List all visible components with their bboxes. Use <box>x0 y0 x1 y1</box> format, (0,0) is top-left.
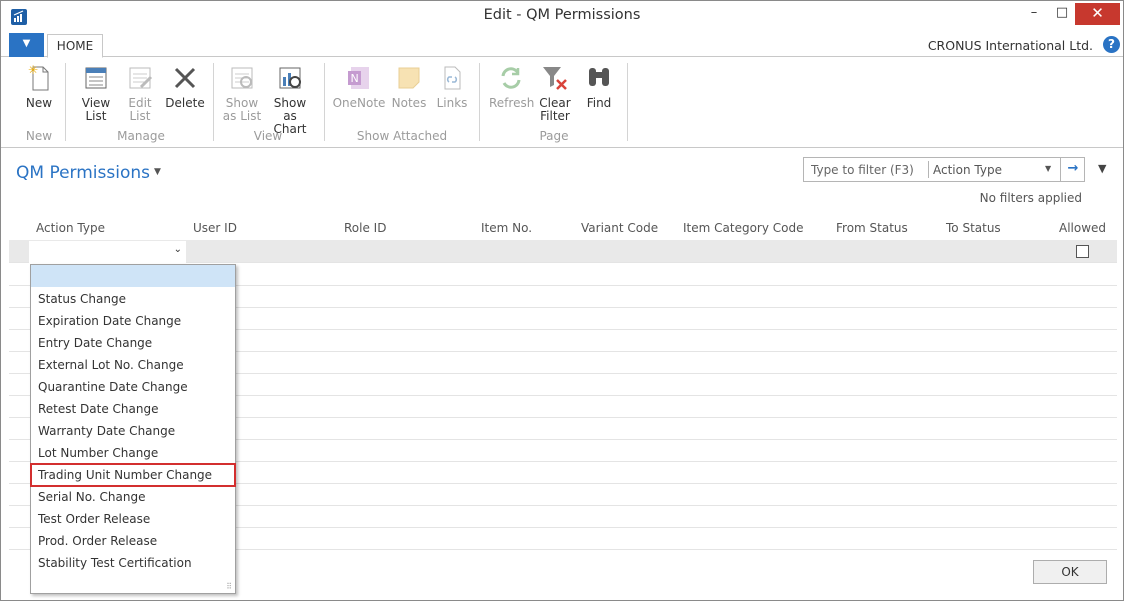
new-button[interactable]: ✳ New <box>21 63 57 110</box>
ribbon: ✳ New New View List Edit List Delete Man… <box>1 57 1123 148</box>
links-button[interactable]: Links <box>433 63 471 110</box>
column-header-to-status[interactable]: To Status <box>946 221 1001 235</box>
group-label-page: Page <box>539 129 569 143</box>
resize-grip-icon[interactable]: ⠿ <box>226 582 232 591</box>
maximize-button[interactable]: □ <box>1048 3 1076 25</box>
dropdown-option[interactable]: Stability Test Certification <box>31 552 235 574</box>
column-header-user-id[interactable]: User ID <box>193 221 237 235</box>
edit-list-icon <box>129 67 153 89</box>
view-list-button[interactable]: View List <box>77 63 115 123</box>
links-label: Links <box>436 96 468 110</box>
onenote-icon: N <box>348 67 369 89</box>
chevron-down-icon[interactable]: ⌄ <box>174 244 182 255</box>
dropdown-option[interactable]: Entry Date Change <box>31 332 235 354</box>
view-list-label: View List <box>81 96 111 123</box>
dropdown-option[interactable]: Lot Number Change <box>31 442 235 464</box>
action-type-dropdown-list: Status Change Expiration Date Change Ent… <box>30 264 236 594</box>
edit-list-label: Edit List <box>128 96 152 123</box>
column-header-variant-code[interactable]: Variant Code <box>581 221 658 235</box>
dropdown-option[interactable]: Status Change <box>31 288 235 310</box>
filter-bar: Action Type ▼ → <box>803 157 1085 182</box>
window: Edit - QM Permissions – □ ✕ ▼ HOME CRONU… <box>0 0 1124 601</box>
show-as-list-label: Show as List <box>222 96 262 123</box>
group-label-show-attached: Show Attached <box>356 129 448 143</box>
ribbon-tab-bar: ▼ HOME CRONUS International Ltd. ? <box>1 32 1123 58</box>
filter-field-dropdown-icon[interactable]: ▼ <box>1045 164 1051 173</box>
clear-filter-button[interactable]: Clear Filter <box>536 63 574 123</box>
collapse-caret-icon[interactable]: ▼ <box>1098 162 1106 175</box>
notes-label: Notes <box>391 96 427 110</box>
find-button[interactable]: Find <box>581 63 617 110</box>
allowed-checkbox[interactable] <box>1076 245 1089 258</box>
company-name[interactable]: CRONUS International Ltd. <box>928 38 1093 53</box>
notes-button[interactable]: Notes <box>389 63 429 110</box>
view-list-icon <box>85 67 107 89</box>
dropdown-option[interactable]: External Lot No. Change <box>31 354 235 376</box>
action-type-combobox[interactable]: ⌄ <box>29 241 186 263</box>
page-title-caret-icon[interactable]: ▼ <box>154 167 161 177</box>
group-separator <box>479 63 480 141</box>
show-as-list-button[interactable]: Show as List <box>222 63 262 123</box>
new-button-label: New <box>25 96 53 110</box>
show-as-list-icon <box>231 67 253 89</box>
title-bar: Edit - QM Permissions – □ ✕ <box>1 1 1123 32</box>
dropdown-option[interactable]: Serial No. Change <box>31 486 235 508</box>
dropdown-option-highlighted[interactable]: Trading Unit Number Change <box>30 463 236 487</box>
column-header-item-no[interactable]: Item No. <box>481 221 532 235</box>
show-as-chart-icon <box>279 67 301 89</box>
minimize-button[interactable]: – <box>1020 3 1048 25</box>
group-label-new: New <box>25 129 53 143</box>
group-separator <box>324 63 325 141</box>
dropdown-option[interactable]: Quarantine Date Change <box>31 376 235 398</box>
close-button[interactable]: ✕ <box>1075 3 1120 25</box>
dropdown-option[interactable]: Expiration Date Change <box>31 310 235 332</box>
links-icon <box>444 66 461 90</box>
group-separator <box>213 63 214 141</box>
clear-filter-label: Clear Filter <box>539 96 571 123</box>
group-label-manage: Manage <box>117 129 165 143</box>
refresh-icon <box>501 67 521 89</box>
dropdown-option[interactable]: Warranty Date Change <box>31 420 235 442</box>
column-header-item-category-code[interactable]: Item Category Code <box>683 221 803 235</box>
binoculars-icon <box>589 68 609 86</box>
dropdown-option[interactable]: Retest Date Change <box>31 398 235 420</box>
filter-field-select[interactable]: Action Type <box>933 163 1002 177</box>
svg-text:✳: ✳ <box>28 63 38 77</box>
filter-input[interactable] <box>811 163 923 177</box>
dropdown-option-blank[interactable] <box>31 265 235 287</box>
refresh-label: Refresh <box>489 96 535 110</box>
window-title: Edit - QM Permissions <box>483 7 641 23</box>
edit-list-button[interactable]: Edit List <box>121 63 159 123</box>
column-header-action-type[interactable]: Action Type <box>36 221 105 235</box>
group-label-view: View <box>253 129 283 143</box>
delete-x-icon <box>174 67 196 89</box>
apply-filter-arrow-icon[interactable]: → <box>1060 158 1085 181</box>
onenote-label: OneNote <box>332 96 386 110</box>
find-label: Find <box>586 96 612 110</box>
filter-status-text: No filters applied <box>979 191 1082 205</box>
filter-divider <box>928 161 929 178</box>
dropdown-option[interactable]: Test Order Release <box>31 508 235 530</box>
delete-button[interactable]: Delete <box>165 63 205 110</box>
ok-button[interactable]: OK <box>1033 560 1107 584</box>
page-title[interactable]: QM Permissions <box>16 163 150 183</box>
column-header-allowed[interactable]: Allowed <box>1059 221 1106 235</box>
show-as-chart-button[interactable]: Show as Chart <box>266 63 314 136</box>
new-document-icon: ✳ <box>28 63 49 91</box>
notes-icon <box>398 67 420 89</box>
delete-label: Delete <box>165 96 205 110</box>
refresh-button[interactable]: Refresh <box>489 63 535 110</box>
group-separator <box>627 63 628 141</box>
help-icon[interactable]: ? <box>1103 36 1120 53</box>
column-header-from-status[interactable]: From Status <box>836 221 908 235</box>
clear-filter-icon <box>543 67 567 90</box>
svg-text:N: N <box>351 72 359 85</box>
onenote-button[interactable]: N OneNote <box>331 63 387 110</box>
column-header-role-id[interactable]: Role ID <box>344 221 386 235</box>
application-menu-button[interactable]: ▼ <box>9 33 44 57</box>
tab-home[interactable]: HOME <box>47 34 103 58</box>
dropdown-option[interactable]: Prod. Order Release <box>31 530 235 552</box>
group-separator <box>65 63 66 141</box>
